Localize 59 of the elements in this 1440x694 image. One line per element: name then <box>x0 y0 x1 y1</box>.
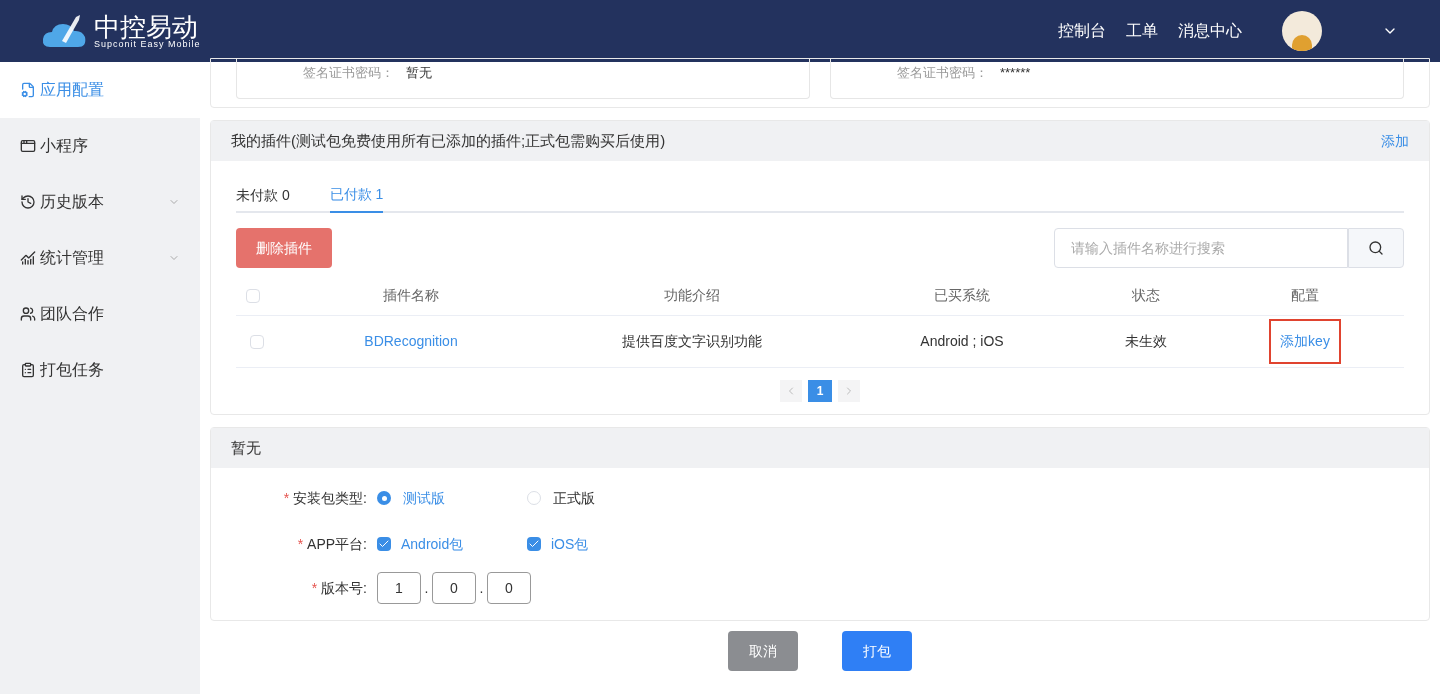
checkbox-option[interactable]: Android包 <box>377 533 527 555</box>
search-button[interactable] <box>1348 228 1404 268</box>
radio-option[interactable]: 正式版 <box>527 487 677 509</box>
version-separator: . <box>478 578 485 598</box>
row-checkbox[interactable] <box>250 334 264 349</box>
field-value: ****** <box>1000 64 1031 82</box>
document-gear-icon <box>20 82 36 98</box>
field-label: * 安装包类型: <box>282 488 368 508</box>
sidebar-item[interactable]: 统计管理 <box>0 230 200 286</box>
people-icon <box>20 306 36 322</box>
column-header: 功能介绍 <box>663 286 721 305</box>
table-cell-text: 未生效 <box>1124 332 1168 351</box>
column-header: 已买系统 <box>933 286 991 305</box>
version-input[interactable]: 1 <box>377 572 421 604</box>
sidebar-item[interactable]: 小程序 <box>0 118 200 174</box>
version-separator: . <box>423 578 430 598</box>
field-value: 暂无 <box>406 64 432 82</box>
sidebar-item[interactable]: 打包任务 <box>0 342 200 398</box>
panel-title: 暂无 <box>231 437 261 458</box>
clock-list-icon <box>20 194 36 210</box>
column-header: 状态 <box>1131 286 1161 305</box>
check-icon <box>528 538 540 550</box>
table-cell-text: 提供百度文字识别功能 <box>621 332 763 351</box>
search-icon <box>1368 240 1384 256</box>
check-icon <box>378 538 390 550</box>
chart-icon <box>20 250 36 266</box>
required-asterisk: * <box>283 489 290 506</box>
sidebar-item[interactable]: 历史版本 <box>0 174 200 230</box>
avatar[interactable] <box>1282 11 1322 51</box>
sidebar-item[interactable]: 应用配置 <box>0 62 200 118</box>
panel-title: 我的插件(测试包免费使用所有已添加的插件;正式包需购买后使用) <box>231 130 666 151</box>
checkbox[interactable] <box>246 288 260 303</box>
required-asterisk: * <box>311 579 318 596</box>
nav-link[interactable]: 工单 <box>1126 19 1158 43</box>
tab[interactable]: 未付款 0 <box>236 177 290 213</box>
sidebar-item[interactable]: 团队合作 <box>0 286 200 342</box>
field-label: 签名证书密码： <box>303 64 394 82</box>
tab[interactable]: 已付款 1 <box>329 177 384 213</box>
checkbox-option[interactable]: iOS包 <box>527 533 677 555</box>
nav-link[interactable]: 消息中心 <box>1178 19 1242 43</box>
checkbox[interactable] <box>377 537 391 551</box>
radio-option[interactable]: 测试版 <box>377 487 527 509</box>
column-header: 插件名称 <box>382 286 440 305</box>
logo-title: 中控易动 <box>94 13 198 40</box>
field-label: * APP平台: <box>296 534 368 554</box>
version-input[interactable]: 0 <box>487 572 531 604</box>
clipboard-icon <box>20 362 36 378</box>
field-label: * 版本号: <box>310 578 368 598</box>
table-cell-text: Android ; iOS <box>919 332 1005 351</box>
field-label: 签名证书密码： <box>897 64 988 82</box>
checkbox[interactable] <box>527 537 541 551</box>
package-button[interactable]: 打包 <box>842 631 912 671</box>
version-input[interactable]: 0 <box>432 572 476 604</box>
logo-subtitle: Supconit Easy Mobile <box>94 39 201 49</box>
required-asterisk: * <box>297 535 304 552</box>
nav-link[interactable]: 控制台 <box>1058 19 1106 43</box>
search-field[interactable]: 请输入插件名称进行搜索 <box>1054 228 1348 268</box>
window-icon <box>20 138 36 154</box>
column-header: 配置 <box>1290 286 1320 305</box>
